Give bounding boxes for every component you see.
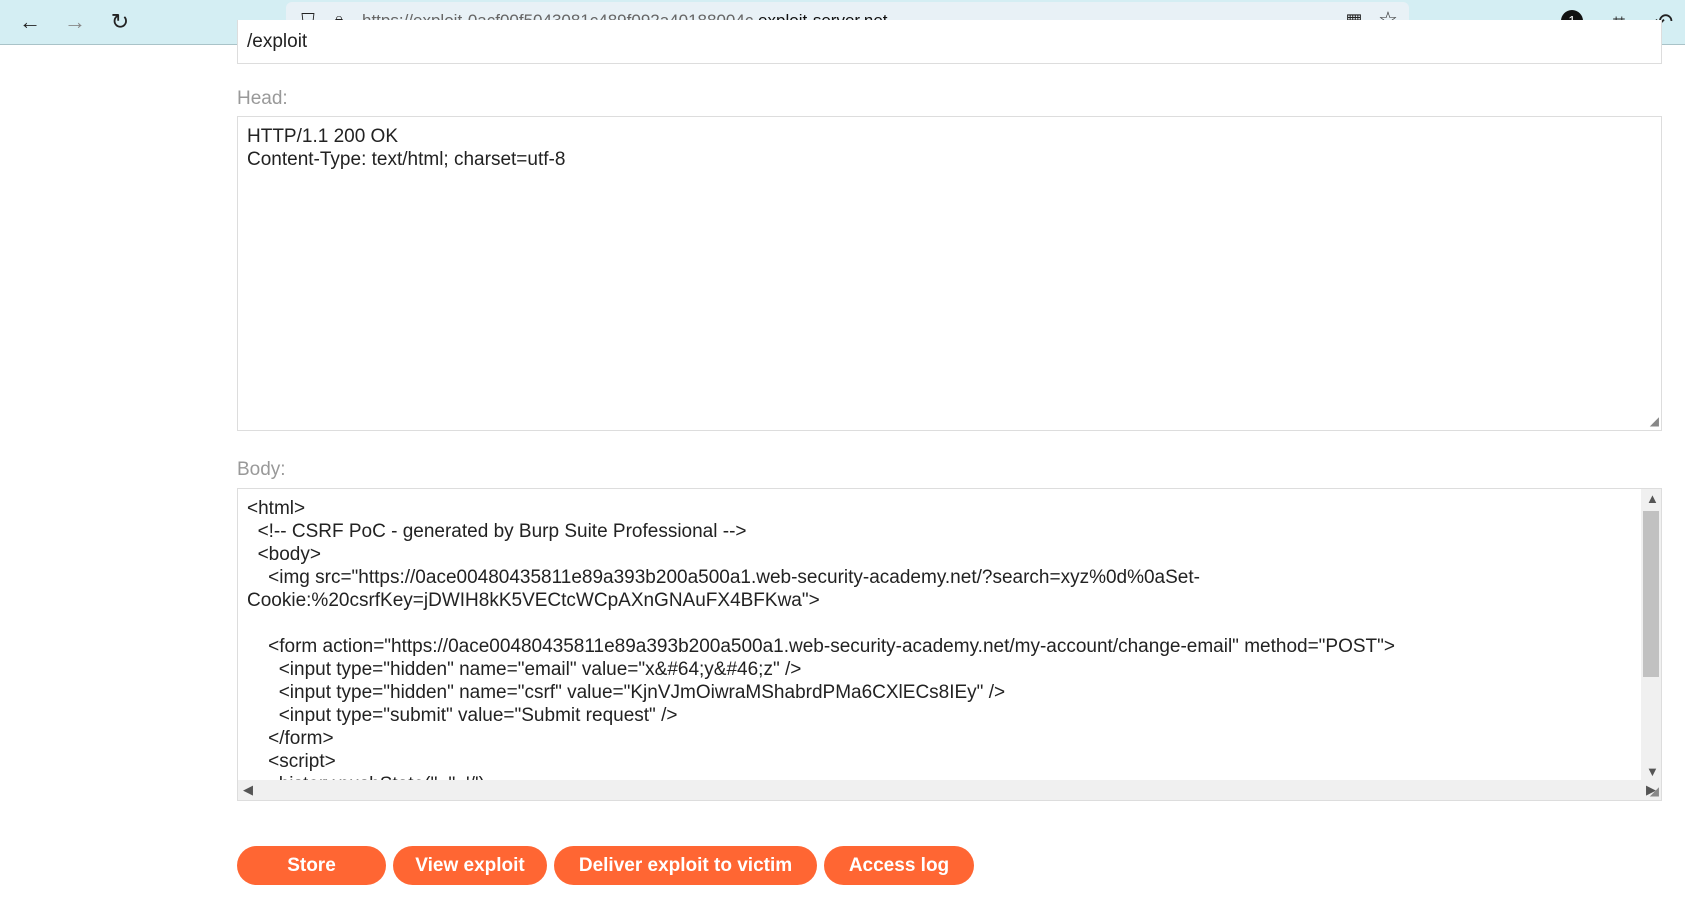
scroll-down-icon[interactable]: ▼ bbox=[1646, 764, 1659, 779]
body-textarea[interactable]: <html> <!-- CSRF PoC - generated by Burp… bbox=[237, 488, 1662, 801]
resize-handle-icon[interactable]: ◢ bbox=[1650, 784, 1659, 798]
deliver-exploit-button[interactable]: Deliver exploit to victim bbox=[554, 846, 817, 885]
body-label: Body: bbox=[237, 459, 286, 480]
access-log-button[interactable]: Access log bbox=[824, 846, 974, 885]
back-icon[interactable]: ← bbox=[16, 8, 44, 36]
vertical-scrollbar[interactable]: ▲ ▼ bbox=[1641, 489, 1661, 781]
scrollbar-thumb[interactable] bbox=[1643, 511, 1659, 677]
store-button[interactable]: Store bbox=[237, 846, 386, 885]
head-value: HTTP/1.1 200 OK Content-Type: text/html;… bbox=[247, 126, 566, 170]
head-textarea[interactable]: HTTP/1.1 200 OK Content-Type: text/html;… bbox=[237, 116, 1662, 431]
file-value: /exploit bbox=[247, 31, 308, 52]
scroll-up-icon[interactable]: ▲ bbox=[1646, 491, 1659, 506]
resize-handle-icon[interactable]: ◢ bbox=[1650, 414, 1659, 428]
horizontal-scrollbar[interactable]: ◀ ▶ bbox=[238, 780, 1661, 800]
view-exploit-button[interactable]: View exploit bbox=[393, 846, 547, 885]
body-value: <html> <!-- CSRF PoC - generated by Burp… bbox=[247, 498, 1395, 781]
forward-icon[interactable]: → bbox=[61, 8, 89, 36]
reload-icon[interactable]: ↻ bbox=[106, 8, 134, 36]
scroll-left-icon[interactable]: ◀ bbox=[243, 782, 253, 798]
head-label: Head: bbox=[237, 88, 288, 109]
file-field[interactable]: /exploit bbox=[237, 20, 1662, 64]
